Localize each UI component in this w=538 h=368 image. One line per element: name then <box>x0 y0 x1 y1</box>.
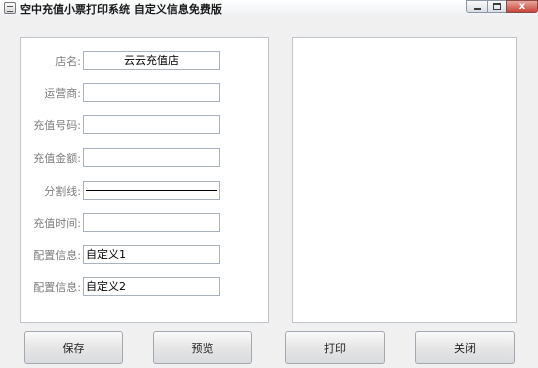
phone-number-label: 充值号码: <box>33 119 81 132</box>
phone-number-input[interactable] <box>83 115 220 134</box>
title-bar[interactable]: 空中充值小票打印系统 自定义信息免费版 x <box>0 0 538 17</box>
config-info-label-2: 配置信息: <box>33 281 81 294</box>
close-icon: x <box>518 0 526 12</box>
time-input[interactable] <box>83 213 220 232</box>
config-info-label-1: 配置信息: <box>33 249 81 262</box>
minimize-icon <box>473 8 481 10</box>
divider-label: 分割线: <box>44 185 81 198</box>
config-info-input-1[interactable]: 自定义1 <box>83 245 220 264</box>
maximize-button[interactable] <box>487 0 507 13</box>
close-button[interactable]: 关闭 <box>415 331 515 364</box>
operator-input[interactable] <box>83 83 220 102</box>
print-button[interactable]: 打印 <box>285 331 385 364</box>
save-button[interactable]: 保存 <box>24 331 123 364</box>
window-title: 空中充值小票打印系统 自定义信息免费版 <box>20 3 222 16</box>
amount-input[interactable] <box>83 148 220 167</box>
time-label: 充值时间: <box>33 217 81 230</box>
config-info-input-2[interactable]: 自定义2 <box>83 277 220 296</box>
operator-label: 运营商: <box>44 87 81 100</box>
preview-panel <box>292 37 517 323</box>
preview-button[interactable]: 预览 <box>153 331 252 364</box>
minimize-button[interactable] <box>466 0 488 13</box>
divider-input[interactable] <box>83 181 220 200</box>
divider-line <box>86 190 217 191</box>
settings-panel: 店名: 云云充值店 运营商: 充值号码: 充值金额: 分割线: 充值时间: 配置… <box>20 37 269 323</box>
shop-name-label: 店名: <box>55 55 81 68</box>
amount-label: 充值金额: <box>33 152 81 165</box>
shop-name-input[interactable]: 云云充值店 <box>83 51 220 70</box>
printer-icon <box>4 2 16 14</box>
window-close-button[interactable]: x <box>506 0 538 13</box>
maximize-icon <box>493 3 501 10</box>
